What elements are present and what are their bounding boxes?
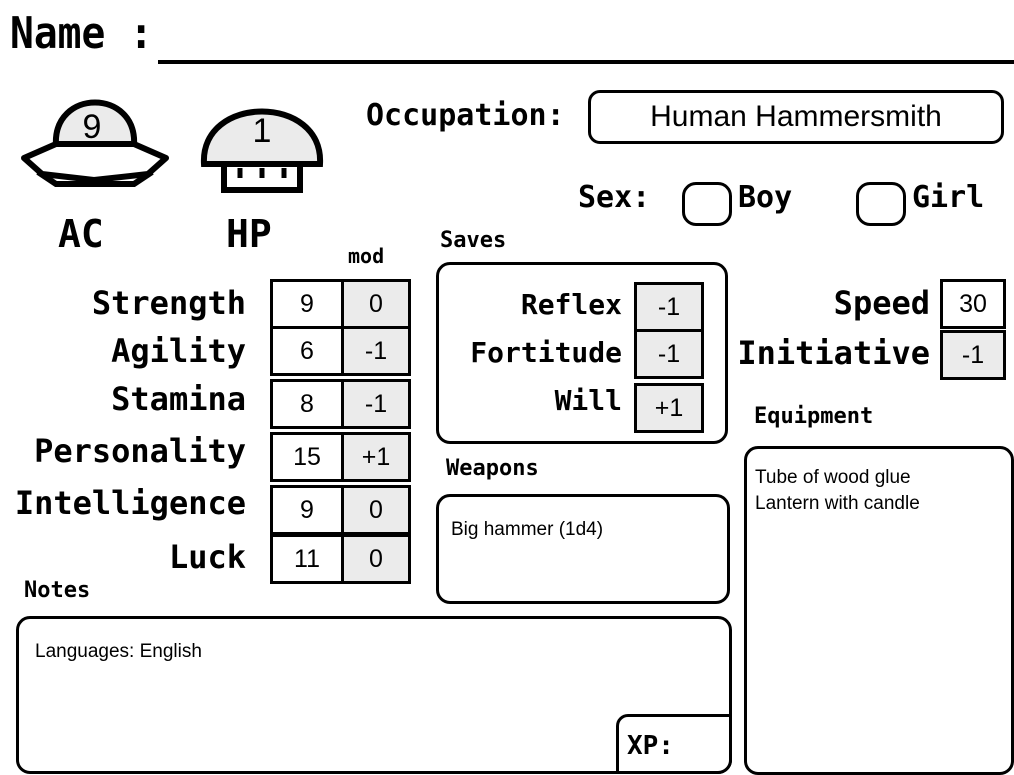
- hp-value: 1: [252, 112, 272, 150]
- save-label-will: Will: [554, 384, 622, 417]
- equipment-field[interactable]: Tube of wood glue Lantern with candle: [744, 446, 1014, 775]
- stat-label-personality: Personality: [34, 432, 246, 470]
- initiative-value[interactable]: -1: [940, 330, 1006, 380]
- weapons-label: Weapons: [446, 456, 539, 481]
- ac-value: 9: [82, 108, 102, 146]
- stat-label-luck: Luck: [168, 538, 246, 576]
- speed-label: Speed: [833, 284, 930, 322]
- save-label-fortitude: Fortitude: [470, 336, 622, 369]
- xp-field[interactable]: XP:: [616, 714, 732, 774]
- stat-label-intelligence: Intelligence: [14, 484, 246, 522]
- ac-label: AC: [58, 212, 104, 256]
- stat-score-intelligence[interactable]: 9: [270, 485, 344, 535]
- stat-score-luck[interactable]: 11: [270, 534, 344, 584]
- save-label-reflex: Reflex: [520, 288, 622, 321]
- mod-header: mod: [348, 244, 385, 268]
- initiative-label: Initiative: [737, 334, 930, 372]
- sex-boy-label: Boy: [738, 180, 793, 215]
- occupation-value: Human Hammersmith: [650, 100, 942, 133]
- occupation-label: Occupation:: [366, 98, 565, 133]
- weapons-field[interactable]: Big hammer (1d4): [436, 494, 730, 604]
- equipment-label: Equipment: [754, 404, 874, 429]
- sex-label: Sex:: [578, 180, 651, 215]
- saves-label: Saves: [440, 228, 507, 253]
- name-label: Name :: [10, 8, 154, 59]
- xp-label: XP:: [627, 731, 674, 761]
- speed-value[interactable]: 30: [940, 279, 1006, 329]
- equipment-line-2: Lantern with candle: [755, 493, 920, 514]
- stat-mod-agility[interactable]: -1: [341, 326, 411, 376]
- stat-mod-strength[interactable]: 0: [341, 279, 411, 329]
- stat-score-strength[interactable]: 9: [270, 279, 344, 329]
- stat-mod-personality[interactable]: +1: [341, 432, 411, 482]
- stat-score-personality[interactable]: 15: [270, 432, 344, 482]
- stat-score-agility[interactable]: 6: [270, 326, 344, 376]
- weapons-text: Big hammer (1d4): [451, 519, 604, 540]
- occupation-field[interactable]: Human Hammersmith: [588, 90, 1004, 144]
- stat-mod-stamina[interactable]: -1: [341, 379, 411, 429]
- hp-label: HP: [226, 212, 272, 256]
- stat-label-strength: Strength: [91, 284, 246, 322]
- stat-score-stamina[interactable]: 8: [270, 379, 344, 429]
- sex-boy-checkbox[interactable]: [682, 182, 732, 226]
- stat-mod-luck[interactable]: 0: [341, 534, 411, 584]
- stat-label-stamina: Stamina: [111, 380, 246, 418]
- name-field[interactable]: [158, 60, 1014, 64]
- notes-label: Notes: [24, 578, 91, 603]
- notes-text: Languages: English: [35, 641, 202, 662]
- save-value-fortitude[interactable]: -1: [634, 329, 704, 379]
- save-value-reflex[interactable]: -1: [634, 282, 704, 332]
- sex-girl-label: Girl: [912, 180, 985, 215]
- stat-mod-intelligence[interactable]: 0: [341, 485, 411, 535]
- equipment-line-1: Tube of wood glue: [755, 467, 911, 488]
- stat-label-agility: Agility: [111, 332, 246, 370]
- sex-girl-checkbox[interactable]: [856, 182, 906, 226]
- save-value-will[interactable]: +1: [634, 383, 704, 433]
